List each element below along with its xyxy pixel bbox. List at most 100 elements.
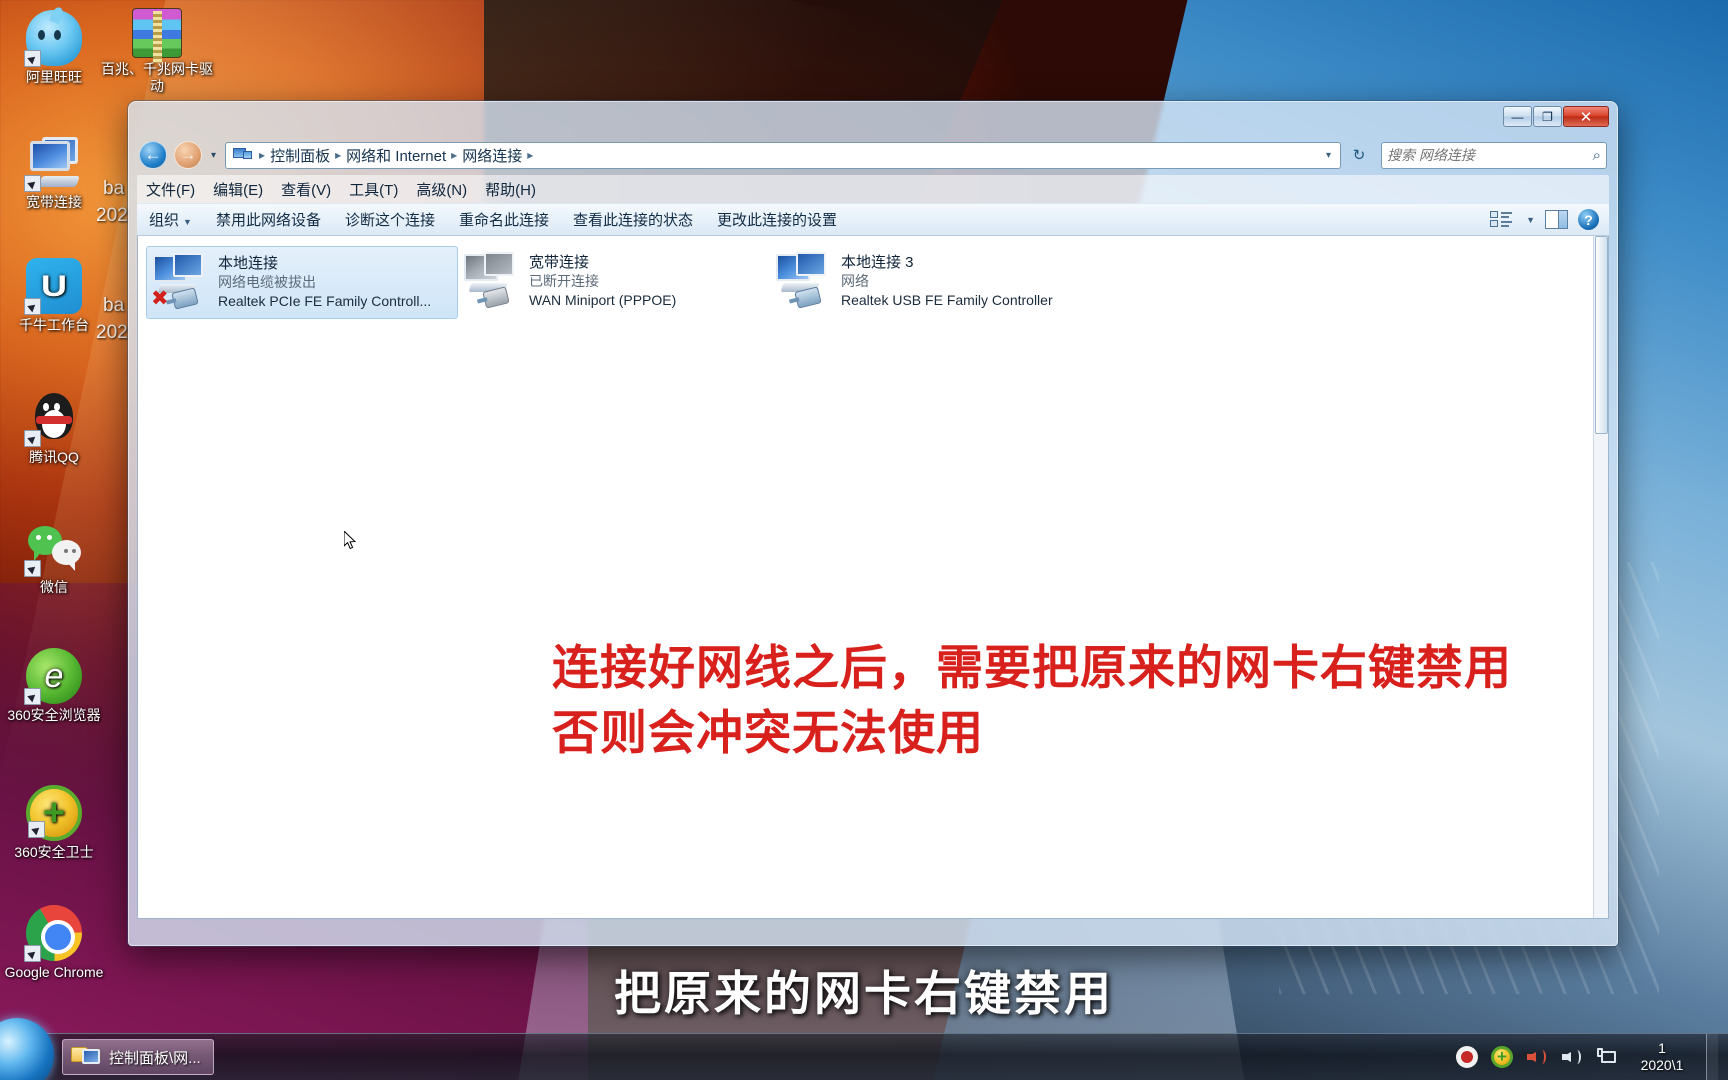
qianniu-icon: [24, 258, 82, 315]
aliwangwang-icon: [24, 10, 82, 67]
system-tray: 1 2020\1: [1456, 1033, 1728, 1080]
menu-advanced[interactable]: 高级(N): [407, 175, 476, 204]
back-button[interactable]: ←: [139, 141, 167, 169]
desktop-icon-label: 阿里旺旺: [26, 69, 82, 85]
menu-file[interactable]: 文件(F): [137, 175, 204, 204]
breadcrumb-control-panel[interactable]: 控制面板: [268, 143, 332, 168]
connection-name: 本地连接: [218, 255, 279, 272]
breadcrumb-separator: ▸: [451, 148, 458, 162]
refresh-button[interactable]: ↻: [1348, 146, 1370, 164]
forward-button[interactable]: →: [174, 141, 202, 169]
video-subtitle: 把原来的网卡右键禁用: [614, 967, 1114, 1020]
shortcut-arrow-icon: [24, 50, 41, 67]
command-bar-right: ▼ ?: [1490, 209, 1609, 230]
network-icon[interactable]: [1596, 1046, 1618, 1068]
connection-device: Realtek PCIe FE Family Controll...: [218, 293, 432, 309]
volume-muted-icon[interactable]: [1526, 1046, 1548, 1068]
menu-tools[interactable]: 工具(T): [340, 175, 407, 204]
breadcrumb-separator: ▸: [527, 148, 534, 162]
scrollbar-thumb[interactable]: [1595, 236, 1608, 434]
network-adapter-icon: [776, 252, 834, 309]
desktop-icon-label: 千牛工作台: [19, 317, 89, 333]
show-desktop-button[interactable]: [1706, 1033, 1718, 1080]
desktop-icon-360browser[interactable]: 360安全浏览器: [0, 648, 108, 724]
recent-pages-dropdown[interactable]: ▾: [209, 150, 218, 161]
organize-button[interactable]: 组织 ▼: [137, 204, 204, 235]
mouse-cursor-icon: [344, 531, 356, 550]
view-status-button[interactable]: 查看此连接的状态: [561, 204, 705, 235]
vertical-scrollbar[interactable]: [1593, 236, 1608, 918]
network-adapter-icon: [464, 252, 522, 309]
search-box[interactable]: ⌕: [1381, 141, 1607, 169]
taskbar-clock[interactable]: 1 2020\1: [1631, 1040, 1693, 1074]
taskbar: 控制面板\网... 1 2020\1: [0, 1018, 1728, 1080]
menu-edit[interactable]: 编辑(E): [204, 175, 272, 204]
menu-view[interactable]: 查看(V): [272, 175, 340, 204]
desktop-icon-nic-driver[interactable]: 百兆、千兆网卡驱动: [97, 8, 217, 95]
desktop-icon-qianniu[interactable]: 千牛工作台: [0, 258, 108, 334]
connection-device: WAN Miniport (PPPOE): [529, 292, 677, 308]
help-icon[interactable]: ?: [1578, 209, 1599, 230]
window-titlebar[interactable]: — ❐ ✕: [129, 102, 1617, 138]
network-connections-window[interactable]: — ❐ ✕ ← → ▾ ▸ 控制面板 ▸ 网络和 Internet ▸ 网络连接…: [128, 101, 1618, 946]
diagnose-connection-button[interactable]: 诊断这个连接: [333, 204, 447, 235]
clock-date: 2020\1: [1640, 1057, 1684, 1073]
connection-status: 网络: [841, 273, 869, 289]
address-dropdown-icon[interactable]: ▾: [1321, 150, 1336, 161]
menu-help[interactable]: 帮助(H): [476, 175, 545, 204]
desktop-icon-label: 360安全浏览器: [7, 707, 101, 723]
volume-icon[interactable]: [1561, 1046, 1583, 1068]
shortcut-arrow-icon: [24, 298, 41, 315]
desktop-icon-aliwangwang[interactable]: 阿里旺旺: [0, 10, 108, 86]
menu-bar: 文件(F) 编辑(E) 查看(V) 工具(T) 高级(N) 帮助(H): [137, 175, 1609, 203]
wechat-icon: [24, 520, 82, 577]
desktop-icon-label: 腾讯QQ: [29, 449, 79, 465]
red-annotation-text: 连接好网线之后，需要把原来的网卡右键禁用 否则会冲突无法使用: [552, 641, 1512, 759]
connection-item-local-area-3[interactable]: 本地连接 3 网络 Realtek USB FE Family Controll…: [770, 246, 1082, 319]
view-layout-icon[interactable]: [1490, 210, 1513, 229]
close-button[interactable]: ✕: [1563, 106, 1609, 127]
connections-list-area[interactable]: ✖ 本地连接 网络电缆被拔出 Realtek PCIe FE Family Co…: [137, 236, 1609, 919]
chevron-down-icon: ▼: [183, 217, 192, 227]
chevron-down-icon[interactable]: ▼: [1526, 215, 1535, 225]
search-icon: ⌕: [1592, 146, 1601, 164]
connection-name: 宽带连接: [529, 254, 590, 271]
folder-network-icon: [71, 1045, 101, 1070]
connection-device: Realtek USB FE Family Controller: [841, 292, 1053, 308]
address-bar[interactable]: ▸ 控制面板 ▸ 网络和 Internet ▸ 网络连接 ▸ ▾: [225, 141, 1341, 169]
desktop-icon-wechat[interactable]: 微信: [0, 520, 108, 596]
desktop-icon-label: 百兆、千兆网卡驱动: [101, 61, 213, 94]
rename-connection-button[interactable]: 重命名此连接: [447, 204, 561, 235]
connection-status: 已断开连接: [529, 273, 599, 289]
connections-grid: ✖ 本地连接 网络电缆被拔出 Realtek PCIe FE Family Co…: [138, 236, 1608, 319]
connection-status: 网络电缆被拔出: [218, 274, 316, 290]
maximize-button[interactable]: ❐: [1533, 106, 1562, 127]
connection-name: 本地连接 3: [841, 254, 914, 271]
breadcrumb-separator: ▸: [335, 148, 342, 162]
window-controls: — ❐ ✕: [1502, 106, 1609, 127]
desktop-icon-360guard[interactable]: 360安全卫士: [0, 785, 108, 861]
taskbar-button-control-panel[interactable]: 控制面板\网...: [62, 1039, 214, 1075]
clock-time: 1: [1658, 1040, 1666, 1056]
breadcrumb-network-connections[interactable]: 网络连接: [460, 143, 524, 168]
connection-item-broadband[interactable]: 宽带连接 已断开连接 WAN Miniport (PPPOE): [458, 246, 770, 319]
360-guard-tray-icon[interactable]: [1491, 1046, 1513, 1068]
connection-item-local-area[interactable]: ✖ 本地连接 网络电缆被拔出 Realtek PCIe FE Family Co…: [146, 246, 458, 319]
shortcut-arrow-icon: [28, 821, 45, 838]
minimize-button[interactable]: —: [1503, 106, 1532, 127]
disable-device-button[interactable]: 禁用此网络设备: [204, 204, 333, 235]
change-settings-button[interactable]: 更改此连接的设置: [705, 204, 849, 235]
desktop-icon-label: 宽带连接: [26, 194, 82, 210]
preview-pane-icon[interactable]: [1545, 210, 1568, 229]
search-input[interactable]: [1387, 147, 1593, 163]
breadcrumb-network-internet[interactable]: 网络和 Internet: [344, 143, 448, 168]
360-browser-icon: [24, 648, 82, 705]
network-folder-icon: [233, 147, 253, 163]
shortcut-arrow-icon: [24, 175, 41, 192]
qq-icon: [24, 390, 82, 447]
taskbar-button-label: 控制面板\网...: [109, 1049, 201, 1067]
command-bar: 组织 ▼ 禁用此网络设备 诊断这个连接 重命名此连接 查看此连接的状态 更改此连接…: [137, 203, 1609, 236]
desktop-icon-qq[interactable]: 腾讯QQ: [0, 390, 108, 466]
screen-recorder-icon[interactable]: [1456, 1046, 1478, 1068]
desktop-icon-broadband[interactable]: 宽带连接: [0, 135, 108, 211]
